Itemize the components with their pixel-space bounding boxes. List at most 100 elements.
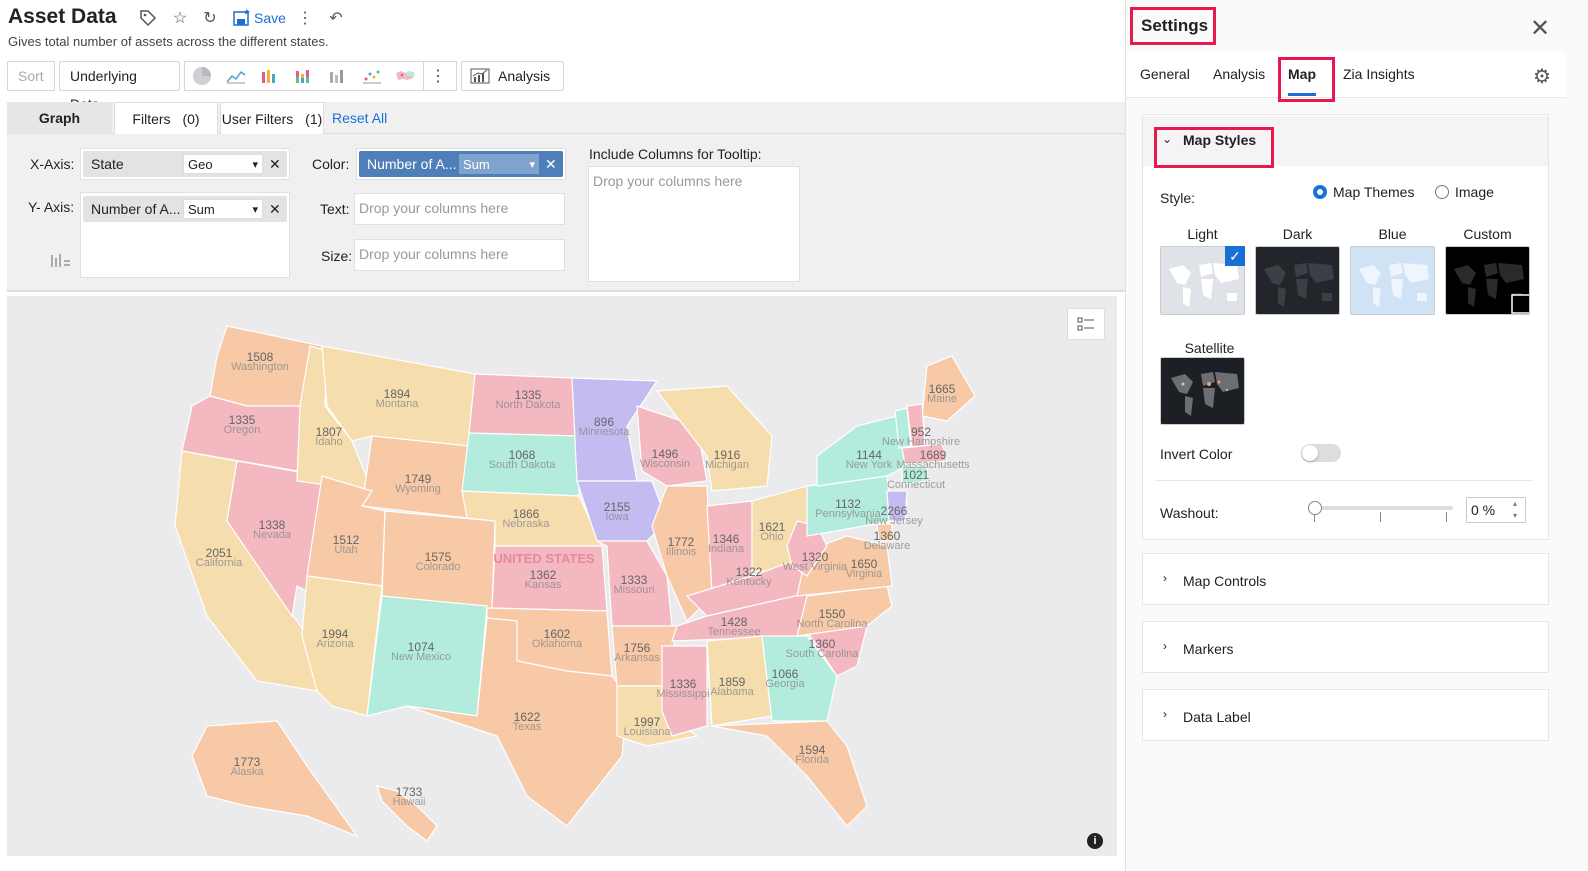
state-name-label: Illinois [666, 546, 697, 558]
state-florida [711, 720, 868, 827]
tab-user-filters-count: (1) [305, 111, 323, 127]
us-map[interactable]: 1508Washington1335Oregon2051California13… [7, 296, 1117, 856]
size-dropzone[interactable]: Drop your columns here [354, 239, 565, 271]
theme-light-label: Light [1187, 226, 1218, 242]
state-name-label: Indiana [708, 543, 745, 555]
state-name-label: Wisconsin [640, 458, 690, 470]
tab-graph[interactable]: Graph [7, 102, 112, 134]
more-charts-icon[interactable]: ⋮ [424, 62, 452, 90]
column-chart-icon[interactable] [321, 62, 355, 90]
washout-label: Washout: [1160, 505, 1219, 521]
y-axis-agg-select[interactable]: Sum ▾ [183, 199, 263, 219]
tab-zia-insights[interactable]: Zia Insights [1343, 66, 1415, 82]
y-axis-pill[interactable]: Number of A... Sum ▾ ✕ [83, 196, 287, 222]
state-name-label: Colorado [416, 561, 461, 573]
y-axis-label: Y- Axis: [28, 199, 75, 215]
state-name-label: Arkansas [614, 652, 660, 664]
map-chart-icon[interactable] [389, 62, 423, 90]
theme-dark-thumbnail[interactable] [1255, 246, 1340, 315]
y-axis-field: Number of A... [91, 201, 181, 217]
legend-toggle-button[interactable] [1067, 308, 1105, 340]
color-agg-select[interactable]: Sum ▾ [459, 154, 539, 174]
underlying-data-button[interactable]: Underlying Data [59, 61, 180, 112]
tab-analysis[interactable]: Analysis [1213, 66, 1265, 82]
state-name-label: New Jersey [865, 515, 923, 527]
settings-title: Settings [1130, 7, 1216, 45]
state-name-label: Kansas [525, 579, 562, 591]
analysis-label: Analysis [498, 68, 551, 84]
chevron-right-icon: › [1163, 571, 1167, 585]
chevron-down-icon: ⌄ [1162, 132, 1173, 146]
data-label-section[interactable]: › Data Label [1142, 689, 1549, 741]
style-option-image[interactable]: Image [1435, 184, 1494, 200]
remove-icon[interactable]: ✕ [545, 156, 557, 173]
scatter-chart-icon[interactable] [355, 62, 389, 90]
save-icon [233, 9, 250, 26]
color-field: Number of A... [367, 156, 457, 172]
tag-icon[interactable] [138, 9, 158, 29]
state-name-label: Oregon [224, 424, 261, 436]
toggle-knob [1302, 445, 1318, 461]
x-axis-field: State [91, 156, 124, 172]
active-tab-indicator [1288, 93, 1316, 96]
state-name-label: Texas [513, 721, 542, 733]
state-name-label: Nebraska [502, 518, 550, 530]
map-canvas[interactable]: 1508 Washington 1335 Oregon 2051 California 13… [7, 296, 1117, 856]
state-name-label: Oklahoma [532, 638, 583, 650]
invert-color-toggle[interactable] [1301, 444, 1341, 462]
close-icon[interactable]: ✕ [1530, 14, 1550, 43]
style-option-map-themes[interactable]: Map Themes [1313, 184, 1414, 200]
data-label-title: Data Label [1183, 709, 1251, 725]
state-name-label: Alaska [230, 766, 264, 778]
tab-user-filters[interactable]: User Filters (1) [220, 102, 324, 134]
refresh-icon[interactable]: ↻ [200, 9, 220, 29]
save-button[interactable]: Save [233, 9, 286, 27]
radio-selected[interactable] [1313, 185, 1327, 199]
radio-unselected[interactable] [1435, 185, 1449, 199]
tab-general[interactable]: General [1140, 66, 1190, 82]
state-name-label: Kentucky [726, 576, 772, 588]
text-dropzone[interactable]: Drop your columns here [354, 193, 565, 225]
state-name-label: Minnesota [579, 426, 631, 438]
axis-settings-icon[interactable] [50, 253, 72, 274]
gear-icon[interactable]: ⚙ [1533, 64, 1551, 89]
washout-slider-handle[interactable] [1308, 501, 1322, 515]
pie-chart-icon[interactable] [185, 62, 219, 90]
theme-custom-thumbnail[interactable] [1445, 246, 1530, 315]
tab-filters[interactable]: Filters (0) [114, 102, 218, 134]
washout-slider[interactable] [1313, 506, 1453, 510]
theme-blue-thumbnail[interactable] [1350, 246, 1435, 315]
markers-section[interactable]: › Markers [1142, 621, 1549, 673]
x-axis-pill[interactable]: State Geo ▾ ✕ [83, 151, 287, 177]
remove-icon[interactable]: ✕ [269, 156, 281, 173]
more-vertical-icon[interactable]: ⋮ [295, 9, 315, 29]
bar-chart-icon[interactable] [253, 62, 287, 90]
map-controls-section[interactable]: › Map Controls [1142, 553, 1549, 605]
state-name-label: North Carolina [797, 618, 869, 630]
color-pill[interactable]: Number of A... Sum ▾ ✕ [359, 151, 563, 177]
reset-all-link[interactable]: Reset All [332, 102, 387, 134]
state-name-label: South Dakota [489, 459, 557, 471]
tab-map[interactable]: Map [1288, 66, 1316, 82]
state-name-label: Iowa [605, 511, 629, 523]
stepper-arrows-icon[interactable]: ▴ ▾ [1513, 498, 1517, 522]
state-name-label: Connecticut [887, 479, 945, 491]
remove-icon[interactable]: ✕ [269, 201, 281, 218]
style-option-image-label: Image [1455, 184, 1494, 200]
checkmark-icon: ✓ [1225, 246, 1245, 266]
stacked-bar-icon[interactable] [287, 62, 321, 90]
map-styles-section [1142, 114, 1549, 540]
info-icon[interactable]: i [1087, 833, 1103, 849]
line-chart-icon[interactable] [219, 62, 253, 90]
analysis-button[interactable]: Analysis [461, 61, 564, 91]
star-icon[interactable]: ☆ [170, 9, 190, 29]
x-axis-agg-value: Geo [188, 156, 213, 172]
text-label: Text: [320, 201, 350, 217]
theme-satellite-thumbnail[interactable] [1160, 357, 1245, 425]
tooltip-dropzone[interactable]: Drop your columns here [588, 166, 800, 282]
x-axis-agg-select[interactable]: Geo ▾ [183, 154, 263, 174]
sort-button[interactable]: Sort [7, 61, 55, 91]
state-name-label: West Virginia [783, 561, 848, 573]
undo-icon[interactable]: ↶ [326, 9, 346, 29]
theme-dark-label: Dark [1282, 226, 1313, 242]
